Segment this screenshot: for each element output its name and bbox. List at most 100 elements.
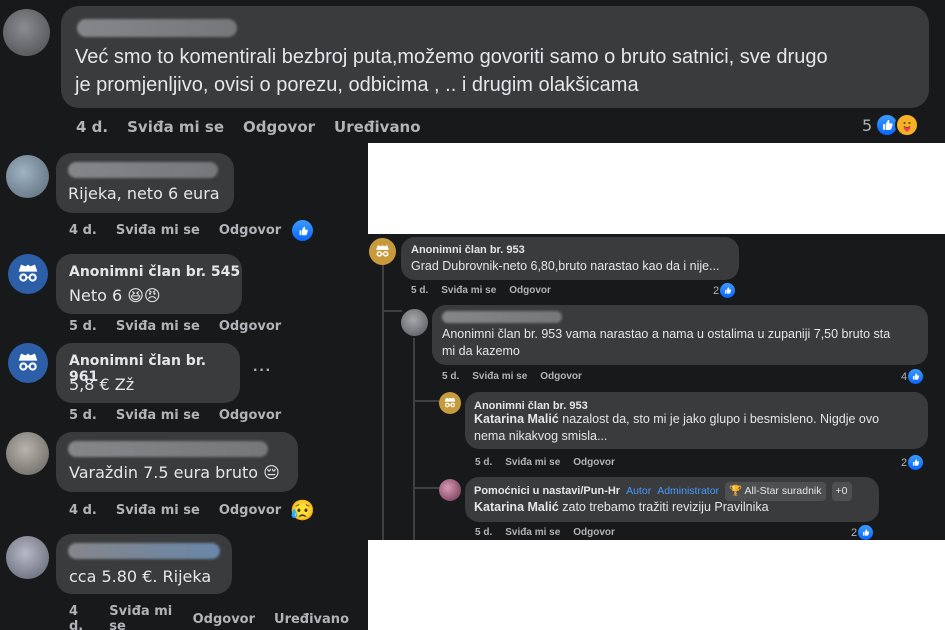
like-link[interactable]: Sviđa mi se <box>127 118 224 136</box>
comment-time[interactable]: 4 d. <box>69 223 97 238</box>
like-reaction-icon <box>858 525 874 540</box>
anonymous-avatar[interactable] <box>439 392 461 414</box>
mention-link[interactable]: Katarina Malić <box>474 500 559 514</box>
like-link[interactable]: Sviđa mi se <box>109 604 173 630</box>
reply-link[interactable]: Odgovor <box>219 503 281 518</box>
comment-actions: 5 d. Sviđa mi se Odgovor <box>442 371 595 382</box>
comment-time[interactable]: 5 d. <box>475 527 492 538</box>
comment-time[interactable]: 5 d. <box>69 319 97 334</box>
blurred-author-name <box>68 162 218 178</box>
comment-time[interactable]: 4 d. <box>69 604 90 630</box>
comment-text: Rijeka, neto 6 eura <box>68 184 220 203</box>
thread-line <box>413 338 415 540</box>
comment-actions: 4 d. Sviđa mi se Odgovor Uređivano <box>69 604 368 630</box>
incognito-icon <box>14 349 42 377</box>
top-comment-panel: Već smo to komentirali bezbroj puta,može… <box>0 0 945 143</box>
like-link[interactable]: Sviđa mi se <box>441 285 496 296</box>
reaction-summary[interactable]: 5 <box>862 113 920 137</box>
mention-link[interactable]: Katarina Malić <box>474 412 559 426</box>
comment-bubble: cca 5.80 €. Rijeka <box>56 534 232 594</box>
reply-link[interactable]: Odgovor <box>219 223 281 238</box>
reply-link[interactable]: Odgovor <box>509 285 551 296</box>
comment-text: Grad Dubrovnik-neto 6,80,bruto narastao … <box>411 259 720 273</box>
more-options-button[interactable]: ··· <box>253 362 272 380</box>
like-reaction-icon[interactable] <box>292 220 313 241</box>
comment-text: Varaždin 7.5 eura bruto 😔 <box>69 463 280 482</box>
author-name[interactable]: Anonimni član br. 953 <box>411 242 525 259</box>
comment-text: Katarina Malić nazalost da, sto mi je ja… <box>474 411 879 445</box>
comment-bubble: Već smo to komentirali bezbroj puta,može… <box>61 6 929 108</box>
like-link[interactable]: Sviđa mi se <box>505 457 560 468</box>
reaction-count: 2 <box>901 456 908 469</box>
avatar[interactable] <box>6 432 49 475</box>
comment-time[interactable]: 4 d. <box>69 503 97 518</box>
reaction-count: 5 <box>862 115 873 135</box>
reaction-count: 4 <box>901 370 908 383</box>
comment-time[interactable]: 5 d. <box>442 371 459 382</box>
anonymous-avatar[interactable] <box>8 254 48 294</box>
reply-link[interactable]: Odgovor <box>243 118 315 136</box>
comment-actions: 4 d. Sviđa mi se Odgovor Uređivano <box>76 118 440 136</box>
reaction-summary[interactable]: 2 <box>901 455 924 470</box>
anonymous-avatar[interactable] <box>8 343 48 383</box>
like-reaction-icon <box>908 369 924 384</box>
reply-link[interactable]: Odgovor <box>193 612 255 627</box>
comment-text: Neto 6 😆😠 <box>69 286 161 305</box>
reaction-summary[interactable]: 4 <box>901 369 924 384</box>
reply-link[interactable]: Odgovor <box>219 319 281 334</box>
reaction-count: 2 <box>713 284 720 297</box>
comment-actions: 4 d. Sviđa mi se Odgovor <box>69 223 300 238</box>
reply-link[interactable]: Odgovor <box>573 527 615 538</box>
comment-text: Anonimni član br. 953 vama narastao a na… <box>442 326 890 360</box>
blurred-author-name <box>442 311 562 323</box>
author-name[interactable]: Anonimni član br. 545 <box>69 264 240 280</box>
comment-time[interactable]: 5 d. <box>411 285 428 296</box>
thread-line <box>382 262 384 540</box>
comment-bubble: Pomoćnici u nastavi/Pun-Hr Autor Adminis… <box>465 477 879 522</box>
comment-actions: 5 d. Sviđa mi se Odgovor <box>475 457 628 468</box>
comment-text-line: Katarina Malić nazalost da, sto mi je ja… <box>474 411 879 428</box>
incognito-icon <box>373 242 392 261</box>
comment-time[interactable]: 4 d. <box>76 118 108 136</box>
sad-reaction-icon[interactable]: 😥 <box>290 498 315 523</box>
comment-text: Katarina Malić zato trebamo tražiti revi… <box>474 499 769 516</box>
group-avatar[interactable] <box>439 479 461 501</box>
comment-time[interactable]: 5 d. <box>69 408 97 423</box>
comment-bubble: Anonimni član br. 545 Neto 6 😆😠 <box>56 254 242 314</box>
comment-text-line: je promjenljivo, ovisi o porezu, odbicim… <box>75 74 639 96</box>
left-comments-panel: Rijeka, neto 6 eura 4 d. Sviđa mi se Odg… <box>0 143 368 630</box>
comment-time[interactable]: 5 d. <box>475 457 492 468</box>
avatar[interactable] <box>6 155 49 198</box>
avatar[interactable] <box>3 9 50 56</box>
incognito-icon <box>442 395 458 411</box>
comment-bubble: Anonimni član br. 961 5,8 € Zž <box>56 343 240 403</box>
like-link[interactable]: Sviđa mi se <box>505 527 560 538</box>
anonymous-avatar[interactable] <box>369 238 396 265</box>
reply-link[interactable]: Odgovor <box>573 457 615 468</box>
comment-actions: 5 d. Sviđa mi se Odgovor <box>475 527 628 538</box>
comment-text-line: nema nikakvog smisla... <box>474 429 608 443</box>
author-name[interactable]: Pomoćnici u nastavi/Pun-Hr <box>474 483 620 500</box>
comment-actions: 4 d. Sviđa mi se Odgovor <box>69 503 300 518</box>
thread-line <box>413 487 439 489</box>
all-star-label: All-Star suradnik <box>744 485 822 497</box>
edited-label: Uređivano <box>334 118 421 136</box>
comment-actions: 5 d. Sviđa mi se Odgovor <box>69 319 300 334</box>
like-link[interactable]: Sviđa mi se <box>116 408 200 423</box>
like-link[interactable]: Sviđa mi se <box>116 503 200 518</box>
like-link[interactable]: Sviđa mi se <box>472 371 527 382</box>
incognito-icon <box>14 260 42 288</box>
like-link[interactable]: Sviđa mi se <box>116 223 200 238</box>
blurred-author-name <box>68 441 268 457</box>
reaction-summary[interactable]: 2 <box>713 283 736 298</box>
like-link[interactable]: Sviđa mi se <box>116 319 200 334</box>
avatar[interactable] <box>6 536 49 579</box>
reaction-summary[interactable]: 2 <box>851 525 874 540</box>
trophy-icon: 🏆 <box>729 485 743 497</box>
reply-link[interactable]: Odgovor <box>540 371 582 382</box>
more-badges[interactable]: +0 <box>831 482 852 501</box>
avatar[interactable] <box>401 309 428 336</box>
reply-link[interactable]: Odgovor <box>219 408 281 423</box>
comment-text: cca 5.80 €. Rijeka <box>69 567 212 586</box>
comment-bubble: Rijeka, neto 6 eura <box>56 153 234 213</box>
